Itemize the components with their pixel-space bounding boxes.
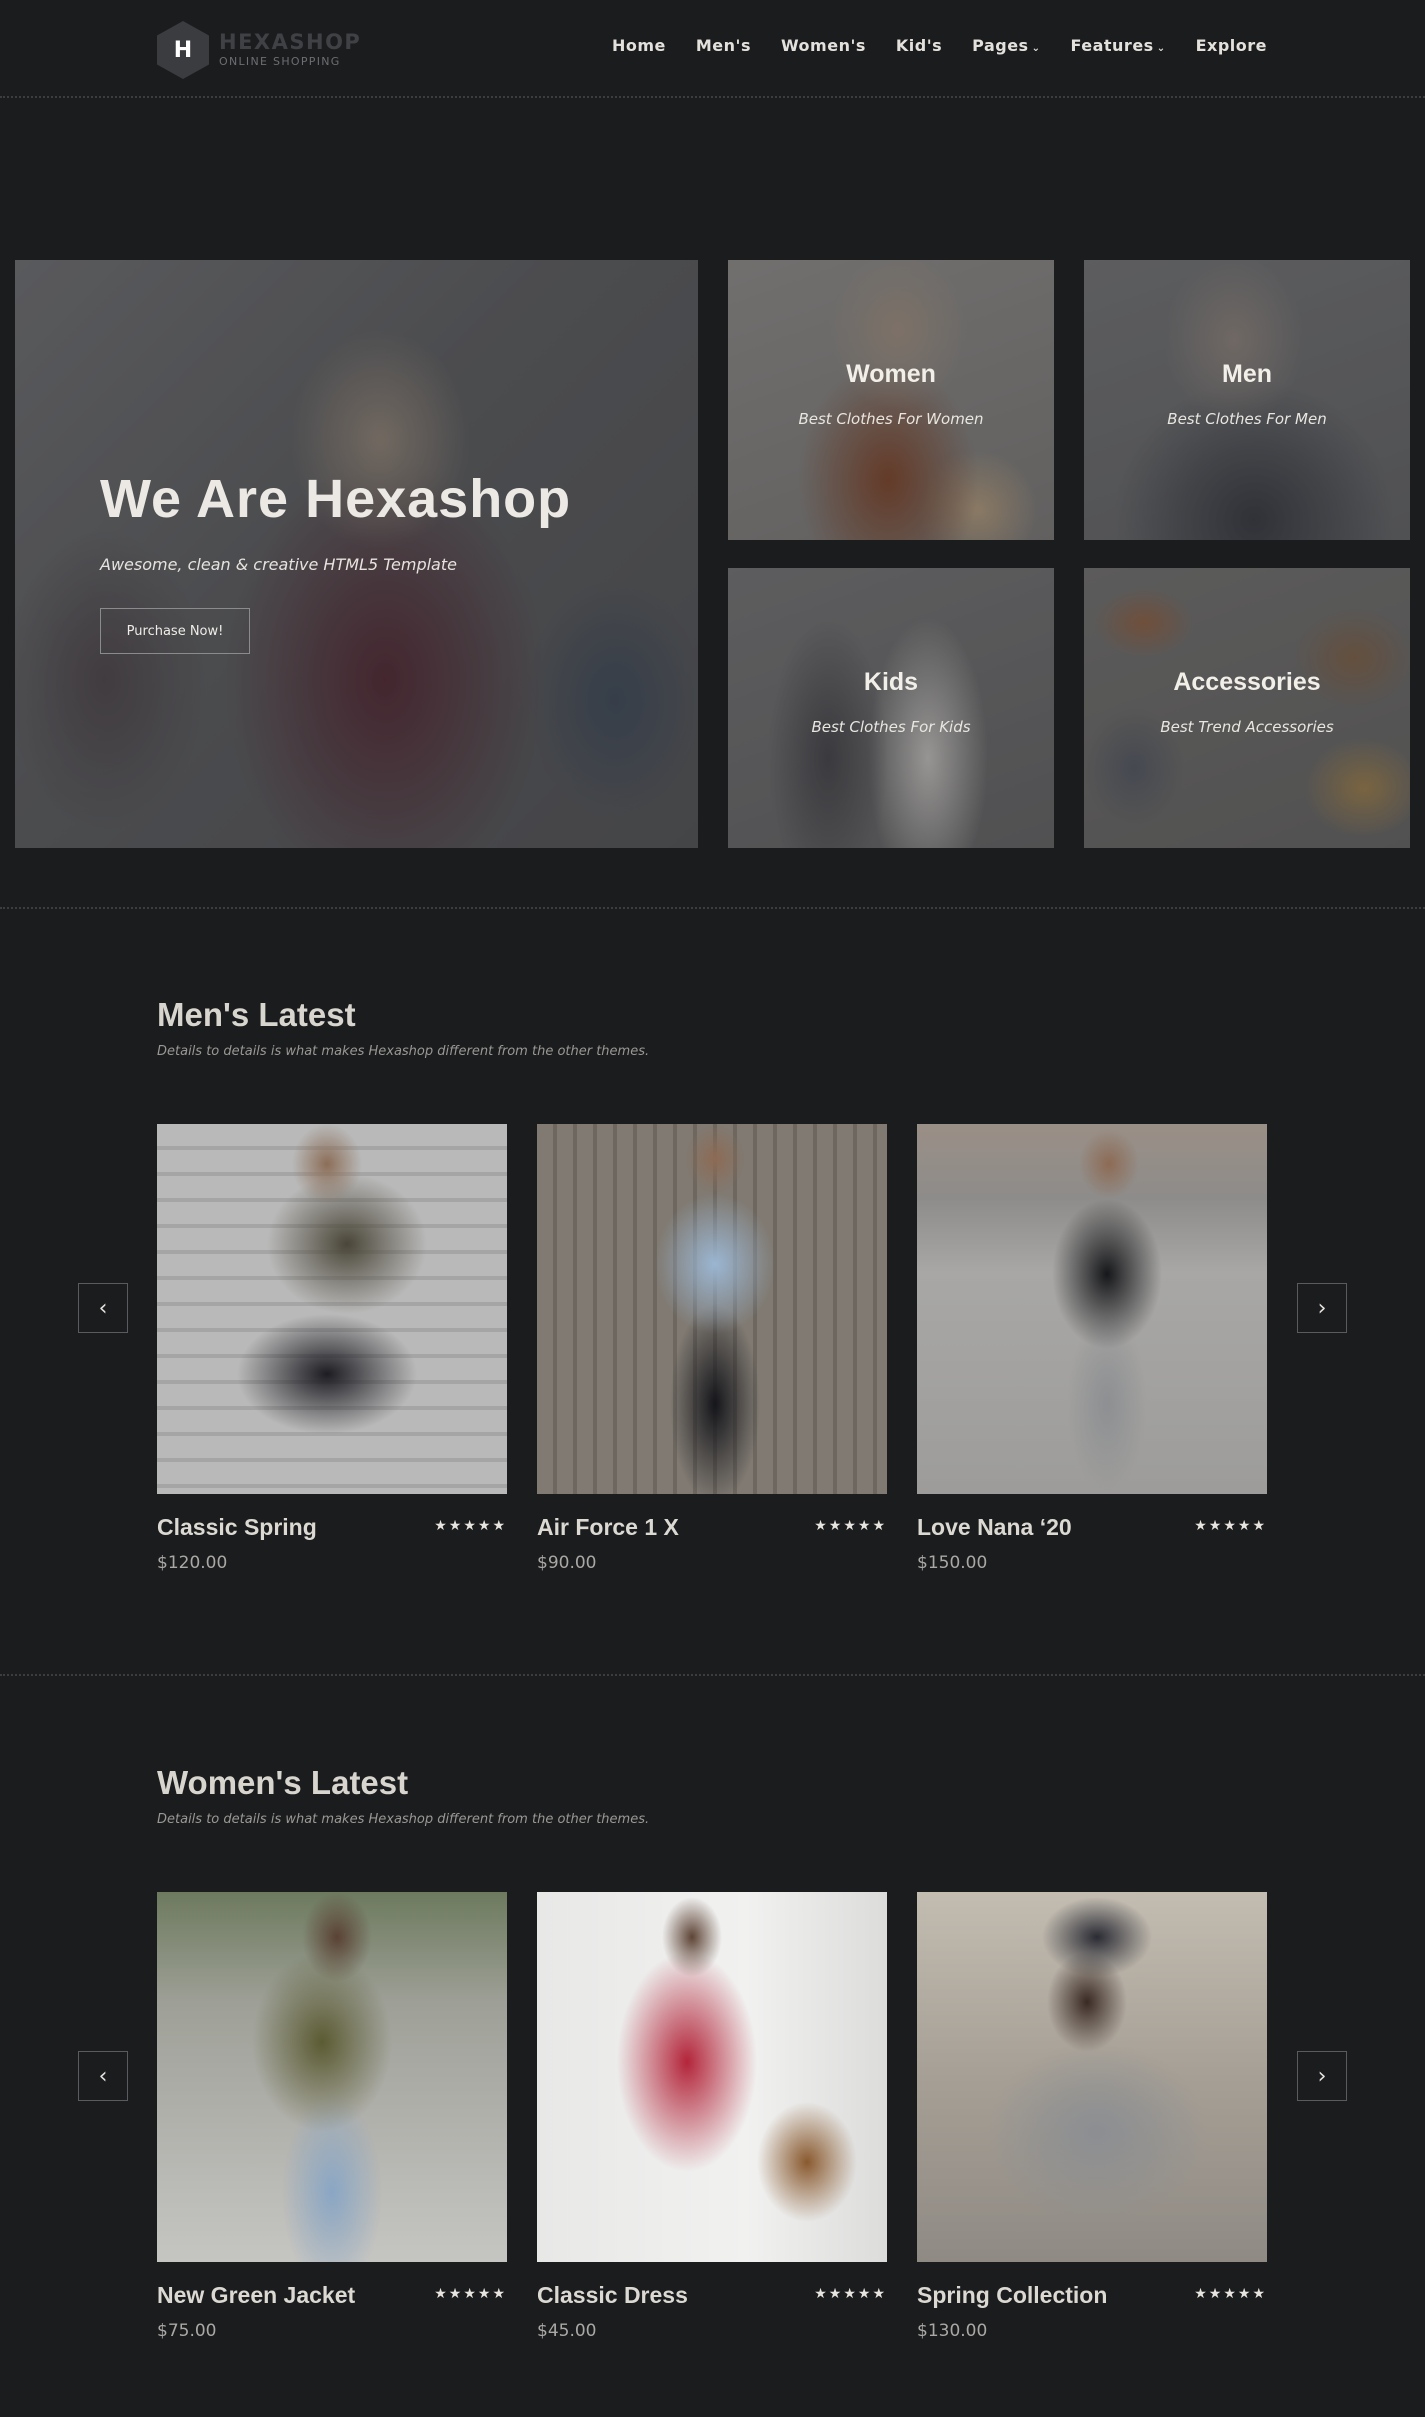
mens-prev-button[interactable]: ‹ — [78, 1283, 128, 1333]
chevron-down-icon: ⌄ — [1031, 43, 1041, 54]
category-women[interactable]: Women Best Clothes For Women — [728, 260, 1054, 540]
category-subtitle: Best Trend Accessories — [1160, 718, 1334, 736]
product-image[interactable] — [917, 1892, 1267, 2262]
star-rating-icon: ★★★★★ — [1194, 2286, 1267, 2302]
brand-name: HEXASHOP — [219, 30, 362, 54]
category-overlay — [1084, 568, 1410, 848]
brand-tagline: ONLINE SHOPPING — [219, 55, 341, 68]
category-overlay — [728, 260, 1054, 540]
chevron-right-icon: › — [1317, 1295, 1327, 1321]
category-men[interactable]: Men Best Clothes For Men — [1084, 260, 1410, 540]
star-rating-icon: ★★★★★ — [1194, 1518, 1267, 1534]
womens-latest-title: Women's Latest — [157, 1764, 409, 1801]
product-card[interactable]: New Green Jacket ★★★★★ $75.00 — [157, 1892, 507, 2341]
star-rating-icon: ★★★★★ — [814, 2286, 887, 2302]
star-rating-icon: ★★★★★ — [434, 2286, 507, 2302]
product-price: $90.00 — [537, 1553, 597, 1573]
product-card[interactable]: Spring Collection ★★★★★ $130.00 — [917, 1892, 1267, 2341]
mens-latest-title: Men's Latest — [157, 996, 356, 1033]
logo[interactable]: H HEXASHOP ONLINE SHOPPING — [157, 21, 361, 79]
product-name[interactable]: New Green Jacket — [157, 2282, 355, 2309]
womens-latest-subtitle: Details to details is what makes Hexasho… — [157, 1812, 650, 1827]
product-image[interactable] — [157, 1124, 507, 1494]
category-overlay — [1084, 260, 1410, 540]
category-subtitle: Best Clothes For Men — [1167, 410, 1327, 428]
product-name[interactable]: Classic Spring — [157, 1514, 317, 1541]
product-price: $130.00 — [917, 2321, 988, 2341]
nav-pages-label: Pages — [972, 36, 1029, 55]
chevron-left-icon: ‹ — [98, 2063, 108, 2089]
hero-title: We Are Hexashop — [100, 469, 572, 529]
product-card[interactable]: Air Force 1 X ★★★★★ $90.00 — [537, 1124, 887, 1573]
chevron-right-icon: › — [1317, 2063, 1327, 2089]
product-price: $45.00 — [537, 2321, 597, 2341]
nav-womens[interactable]: Women's — [781, 36, 866, 55]
purchase-now-button[interactable]: Purchase Now! — [100, 608, 250, 654]
category-title: Kids — [863, 668, 919, 696]
chevron-down-icon: ⌄ — [1156, 43, 1166, 54]
womens-prev-button[interactable]: ‹ — [78, 2051, 128, 2101]
womens-next-button[interactable]: › — [1297, 2051, 1347, 2101]
product-name[interactable]: Spring Collection — [917, 2282, 1107, 2309]
logo-hexagon-icon: H — [157, 21, 209, 79]
product-image[interactable] — [157, 1892, 507, 2262]
nav-mens[interactable]: Men's — [696, 36, 751, 55]
section-divider — [0, 907, 1425, 909]
nav-features[interactable]: Features ⌄ — [1070, 36, 1165, 55]
category-title: Accessories — [1173, 668, 1321, 696]
category-overlay — [728, 568, 1054, 848]
nav-kids[interactable]: Kid's — [896, 36, 942, 55]
star-rating-icon: ★★★★★ — [814, 1518, 887, 1534]
category-accessories[interactable]: Accessories Best Trend Accessories — [1084, 568, 1410, 848]
site-header: H HEXASHOP ONLINE SHOPPING Home Men's Wo… — [0, 0, 1425, 98]
chevron-left-icon: ‹ — [98, 1295, 108, 1321]
hero-image-overlay — [15, 260, 698, 848]
product-name[interactable]: Classic Dress — [537, 2282, 688, 2309]
mens-next-button[interactable]: › — [1297, 1283, 1347, 1333]
nav-home[interactable]: Home — [612, 36, 666, 55]
star-rating-icon: ★★★★★ — [434, 1518, 507, 1534]
hero-subtitle: Awesome, clean & creative HTML5 Template — [100, 555, 457, 574]
product-price: $150.00 — [917, 1553, 988, 1573]
section-divider — [0, 1674, 1425, 1676]
category-subtitle: Best Clothes For Women — [798, 410, 984, 428]
product-price: $120.00 — [157, 1553, 228, 1573]
product-image[interactable] — [537, 1892, 887, 2262]
product-image[interactable] — [537, 1124, 887, 1494]
category-title: Men — [1222, 360, 1272, 388]
product-card[interactable]: Classic Spring ★★★★★ $120.00 — [157, 1124, 507, 1573]
product-card[interactable]: Love Nana ‘20 ★★★★★ $150.00 — [917, 1124, 1267, 1573]
product-price: $75.00 — [157, 2321, 217, 2341]
nav-explore[interactable]: Explore — [1196, 36, 1267, 55]
mens-latest-subtitle: Details to details is what makes Hexasho… — [157, 1044, 650, 1059]
product-image[interactable] — [917, 1124, 1267, 1494]
category-kids[interactable]: Kids Best Clothes For Kids — [728, 568, 1054, 848]
category-subtitle: Best Clothes For Kids — [811, 718, 971, 736]
product-card[interactable]: Classic Dress ★★★★★ $45.00 — [537, 1892, 887, 2341]
product-name[interactable]: Love Nana ‘20 — [917, 1514, 1072, 1541]
product-name[interactable]: Air Force 1 X — [537, 1514, 679, 1541]
nav-features-label: Features — [1070, 36, 1154, 55]
hero-banner: We Are Hexashop Awesome, clean & creativ… — [15, 260, 698, 848]
main-nav: Home Men's Women's Kid's Pages ⌄ Features… — [612, 36, 1267, 55]
nav-pages[interactable]: Pages ⌄ — [972, 36, 1040, 55]
category-title: Women — [846, 360, 936, 388]
